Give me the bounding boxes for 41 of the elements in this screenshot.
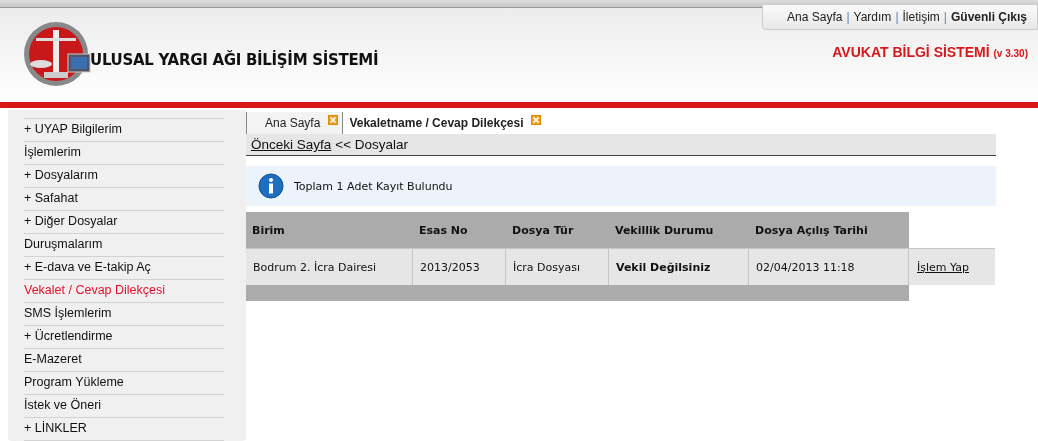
sidebar-item[interactable]: + Dosyalarım bbox=[24, 164, 224, 187]
sidebar-item[interactable]: + E-dava ve E-takip Aç bbox=[24, 256, 224, 279]
column-header: Dosya Tür bbox=[506, 212, 609, 248]
info-icon bbox=[258, 173, 284, 199]
table-cell: Bodrum 2. İcra Dairesi bbox=[246, 248, 413, 285]
system-title: AVUKAT BİLGİ SİSTEMİ (v 3.30) bbox=[832, 44, 1028, 60]
breadcrumb-text: << Dosyalar bbox=[335, 137, 409, 152]
sidebar-item[interactable]: + UYAP Bilgilerim bbox=[24, 118, 224, 141]
table-cell: 2013/2053 bbox=[413, 248, 506, 285]
sidebar-item[interactable]: + Ücretlendirme bbox=[24, 325, 224, 348]
close-icon[interactable] bbox=[531, 115, 542, 125]
action-link[interactable]: İşlem Yap bbox=[917, 260, 969, 274]
table-cell: 02/04/2013 11:18 bbox=[749, 248, 909, 285]
top-link[interactable]: Yardım bbox=[853, 10, 892, 24]
top-link[interactable]: Güvenli Çıkış bbox=[950, 10, 1027, 24]
column-header: Vekillik Durumu bbox=[609, 212, 749, 248]
top-link[interactable]: İletişim bbox=[902, 10, 940, 24]
table-cell: İcra Dosyası bbox=[506, 248, 609, 285]
table-cell: Vekil Değilsiniz bbox=[609, 248, 749, 285]
info-message: Toplam 1 Adet Kayıt Bulundu bbox=[294, 179, 453, 193]
previous-page-link[interactable]: Önceki Sayfa bbox=[251, 137, 332, 152]
link-separator: | bbox=[943, 10, 947, 24]
top-link[interactable]: Ana Sayfa bbox=[787, 10, 843, 24]
sidebar-item[interactable]: SMS İşlemlerim bbox=[24, 302, 224, 325]
sidebar-item[interactable]: İşlemlerim bbox=[24, 141, 224, 164]
sidebar-item[interactable]: + Safahat bbox=[24, 187, 224, 210]
link-separator: | bbox=[846, 10, 850, 24]
column-header: Birim bbox=[246, 212, 413, 248]
sidebar-item[interactable]: E-Mazeret bbox=[24, 348, 224, 371]
link-separator: | bbox=[895, 10, 899, 24]
close-icon[interactable] bbox=[328, 115, 339, 125]
sidebar-item[interactable]: Duruşmalarım bbox=[24, 233, 224, 256]
sidebar-item[interactable]: + LİNKLER bbox=[24, 417, 224, 440]
brand-title: ULUSAL YARGI AĞI BİLİŞİM SİSTEMİ bbox=[90, 51, 379, 69]
column-header: Dosya Açılış Tarihi bbox=[749, 212, 909, 248]
sidebar-item[interactable]: + Diğer Dosyalar bbox=[24, 210, 224, 233]
tab[interactable]: Ana Sayfa bbox=[247, 112, 343, 134]
sidebar-item[interactable]: Program Yükleme bbox=[24, 371, 224, 394]
sidebar-item[interactable]: Vekalet / Cevap Dilekçesi bbox=[24, 279, 224, 302]
sidebar-item[interactable]: İstek ve Öneri bbox=[24, 394, 224, 417]
column-header: Esas No bbox=[413, 212, 506, 248]
